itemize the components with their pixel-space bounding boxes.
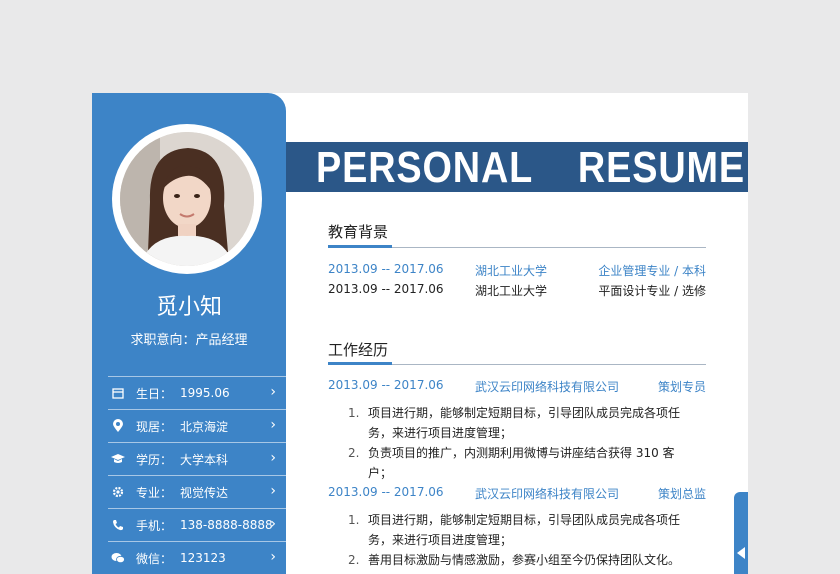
job-header: 2013.09 -- 2017.06 武汉云印网络科技有限公司 策划专员 <box>328 378 706 394</box>
info-row-phone[interactable]: 手机： 138-8888-8888 › <box>108 508 286 541</box>
education-row: 2013.09 -- 2017.06 湖北工业大学 平面设计专业 / 选修 <box>328 282 706 298</box>
duty-text: 善用目标激励与情感激励，参赛小组至今仍保持团队文化。 <box>368 553 681 567</box>
section-accent-bar <box>328 245 392 248</box>
education-major: 企业管理专业 / 本科 <box>598 264 706 278</box>
personal-info-list: 生日： 1995.06 › 现居： 北京海淀 › 学历： 大学本科 › 专业： … <box>108 376 286 574</box>
info-row-birthday[interactable]: 生日： 1995.06 › <box>108 376 286 409</box>
info-row-residence[interactable]: 现居： 北京海淀 › <box>108 409 286 442</box>
info-label: 生日： <box>136 386 173 401</box>
graduation-cap-icon <box>110 453 126 465</box>
job-company: 武汉云印网络科技有限公司 <box>475 487 620 501</box>
candidate-name: 觅小知 <box>155 295 222 320</box>
info-label: 学历： <box>136 452 173 467</box>
chevron-right-icon: › <box>270 450 276 466</box>
education-school: 湖北工业大学 <box>475 284 548 298</box>
education-date: 2013.09 -- 2017.06 <box>328 282 444 296</box>
resume-title: PERSONAL RESUME <box>316 143 745 192</box>
phone-icon <box>110 519 126 531</box>
location-pin-icon <box>110 419 126 433</box>
chevron-right-icon: › <box>270 549 276 565</box>
education-row: 2013.09 -- 2017.06 湖北工业大学 企业管理专业 / 本科 <box>328 262 706 278</box>
job-date: 2013.09 -- 2017.06 <box>328 485 444 499</box>
info-label: 手机： <box>136 518 173 533</box>
job-role: 策划专员 <box>657 380 706 394</box>
gear-icon <box>110 486 126 498</box>
side-toggle-tab[interactable] <box>734 492 748 574</box>
job-header: 2013.09 -- 2017.06 武汉云印网络科技有限公司 策划总监 <box>328 485 706 501</box>
education-school: 湖北工业大学 <box>475 264 548 278</box>
duty-text: 务，来进行项目进度管理； <box>368 426 513 440</box>
chevron-right-icon: › <box>270 516 276 532</box>
calendar-icon <box>110 387 126 399</box>
job-role: 策划总监 <box>657 487 706 501</box>
info-label: 现居： <box>136 419 173 434</box>
info-label: 微信： <box>136 551 173 566</box>
job-intent: 求职意向：产品经理 <box>130 333 248 348</box>
duty-number: 1. <box>348 513 360 527</box>
section-title-education: 教育背景 <box>328 223 389 241</box>
arrow-left-icon <box>737 547 745 559</box>
chevron-right-icon: › <box>270 384 276 400</box>
chevron-right-icon: › <box>270 483 276 499</box>
duty-text: 务，来进行项目进度管理； <box>368 533 513 547</box>
duty-number: 2. <box>348 446 360 460</box>
duty-number: 1. <box>348 406 360 420</box>
info-row-wechat[interactable]: 微信： 123123 › <box>108 541 286 574</box>
info-row-major[interactable]: 专业： 视觉传达 › <box>108 475 286 508</box>
section-title-work: 工作经历 <box>328 341 389 359</box>
wechat-icon <box>110 552 126 564</box>
section-accent-bar <box>328 362 392 365</box>
avatar <box>120 132 254 266</box>
info-row-education[interactable]: 学历： 大学本科 › <box>108 442 286 475</box>
duty-text: 项目进行期，能够制定短期目标，引导团队成员完成各项任 <box>368 513 681 527</box>
chevron-right-icon: › <box>270 417 276 433</box>
info-label: 专业： <box>136 485 173 500</box>
education-major: 平面设计专业 / 选修 <box>598 284 706 298</box>
job-company: 武汉云印网络科技有限公司 <box>475 380 620 394</box>
education-date: 2013.09 -- 2017.06 <box>328 262 444 276</box>
duty-number: 2. <box>348 553 360 567</box>
duty-text: 负责项目的推广，内测期利用微博与讲座结合获得 310 客户； <box>368 446 675 480</box>
job-date: 2013.09 -- 2017.06 <box>328 378 444 392</box>
duty-text: 项目进行期，能够制定短期目标，引导团队成员完成各项任 <box>368 406 681 420</box>
